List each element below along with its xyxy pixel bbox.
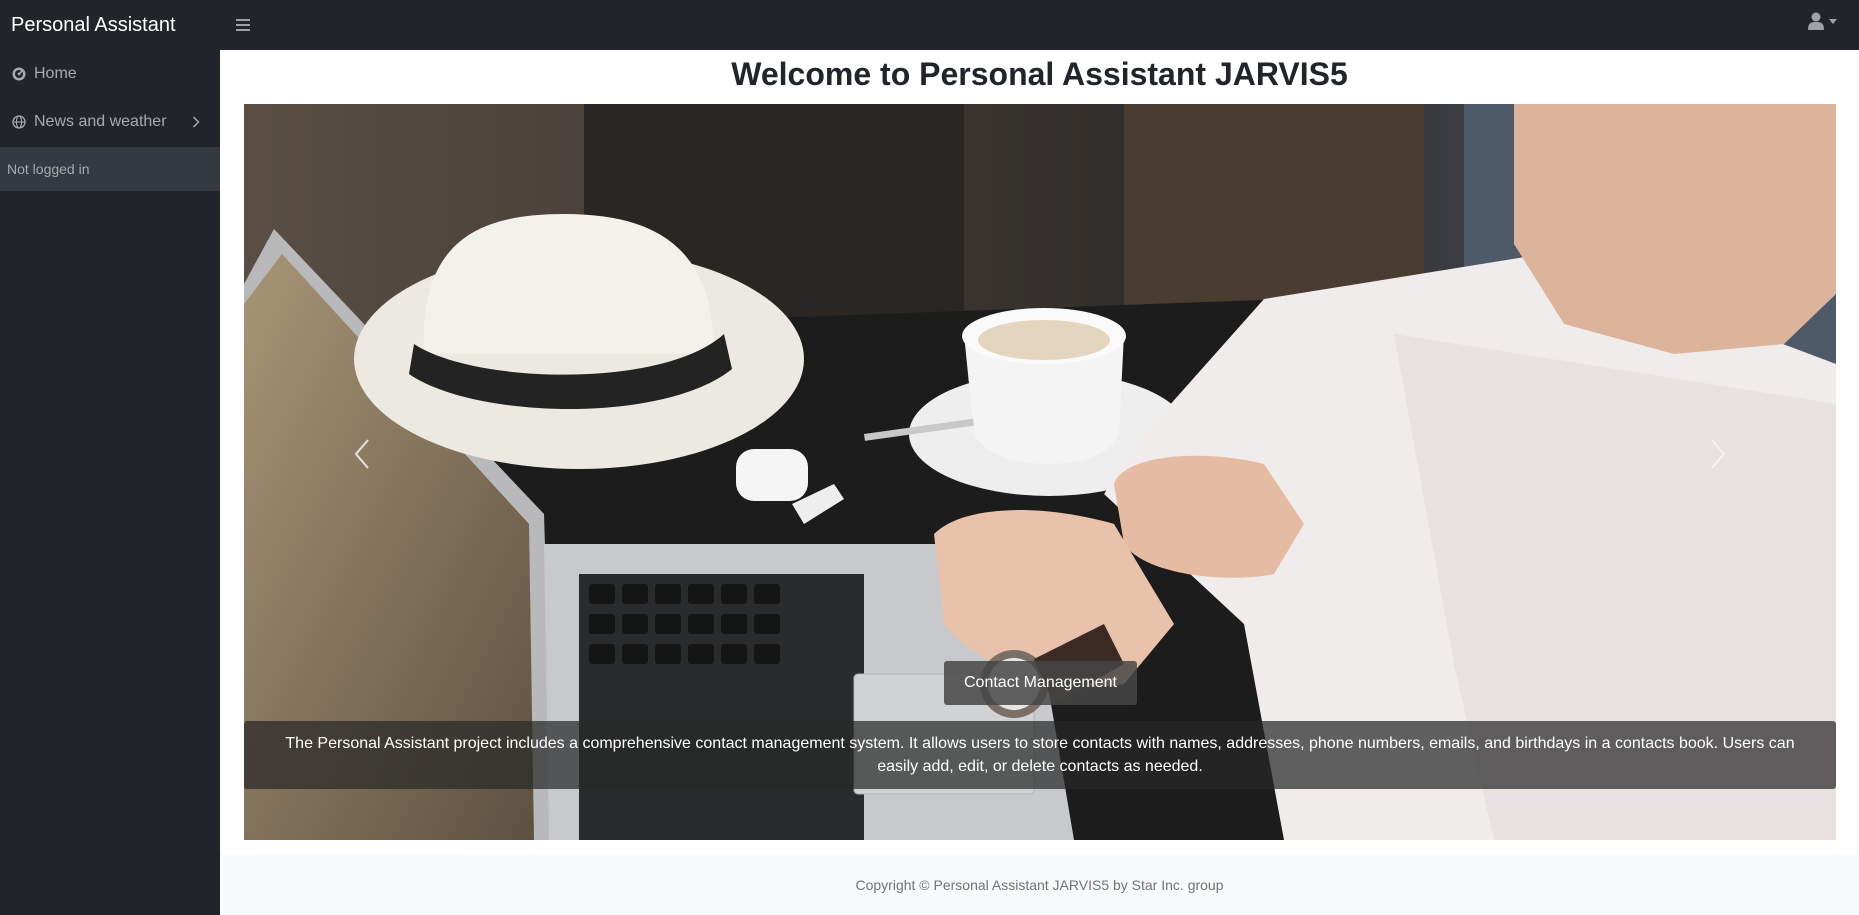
chevron-right-icon [192,116,200,128]
user-icon [1808,12,1824,30]
sidebar-item-home[interactable]: Home [0,50,220,98]
carousel: Contact Management The Personal Assistan… [244,104,1836,840]
globe-icon [12,115,26,129]
sidebar-item-label: News and weather [34,113,167,130]
chevron-left-icon [354,439,369,469]
sidebar-item-news-and-weather[interactable]: News and weather [0,98,220,146]
chevron-right-icon [1711,439,1726,469]
footer: Copyright © Personal Assistant JARVIS5 b… [220,855,1859,915]
carousel-caption-title: Contact Management [944,661,1137,705]
login-status: Not logged in [0,147,220,191]
dashboard-icon [12,67,26,81]
copyright-text: Copyright © Personal Assistant JARVIS5 b… [855,877,1224,893]
carousel-next-button[interactable] [1688,424,1748,484]
main-content: Welcome to Personal Assistant JARVIS5 Co… [220,50,1859,915]
carousel-prev-button[interactable] [332,424,392,484]
carousel-caption-text: The Personal Assistant project includes … [244,721,1836,789]
brand-title[interactable]: Personal Assistant [0,14,220,37]
top-navbar: Personal Assistant [0,0,1859,50]
sidebar: Home News and weather Not logged in [0,50,220,915]
user-dropdown-button[interactable] [1808,12,1837,30]
chevron-down-icon [1829,18,1837,24]
page-title: Welcome to Personal Assistant JARVIS5 [731,56,1348,92]
menu-icon [236,19,250,31]
sidebar-item-label: Home [34,65,77,82]
sidebar-toggle-button[interactable] [228,10,258,40]
